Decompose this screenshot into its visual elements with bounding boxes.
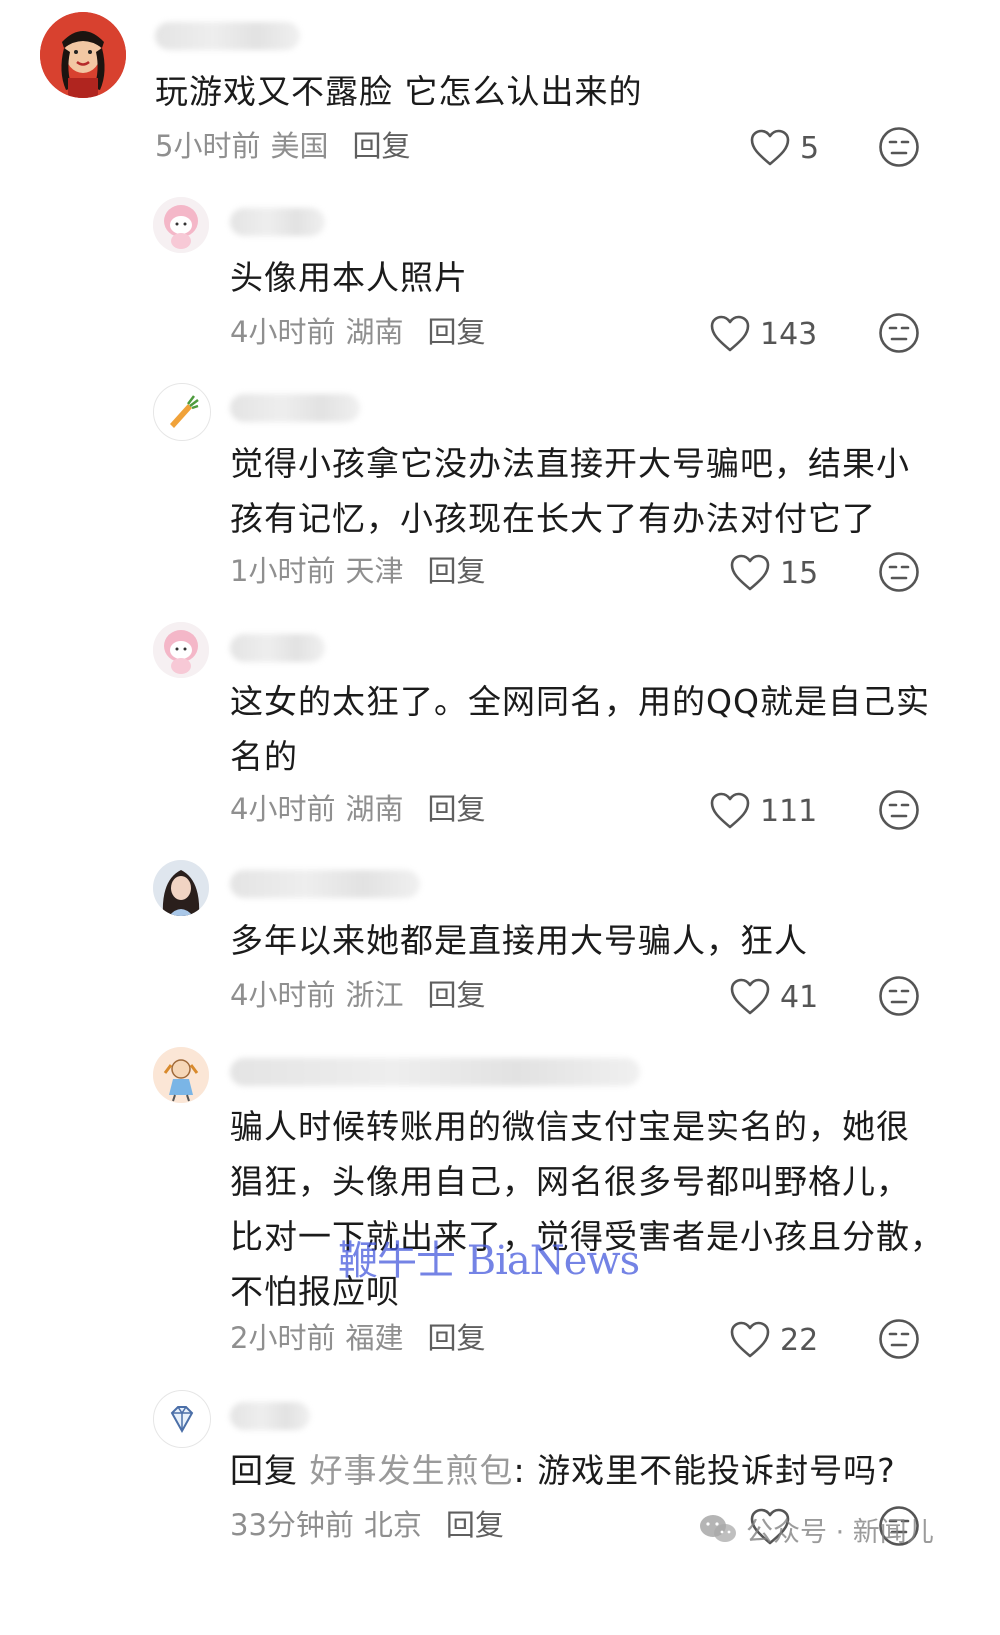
neutral-face-icon[interactable] [878, 975, 920, 1017]
comment-time: 1小时前 [230, 554, 336, 588]
comment-time: 4小时前 [230, 978, 336, 1012]
wechat-watermark: 公众号 · 新闻儿 [698, 1507, 934, 1551]
comment-list-page: 玩游戏又不露脸 它怎么认出来的 5小时前 美国 回复 5 头像用本人照片 4小时前湖… [0, 0, 1000, 1635]
comment-region: 福建 [345, 1321, 404, 1355]
watermark-bianews: 鞭牛士 BiaNews [338, 1238, 640, 1284]
neutral-face-icon[interactable] [878, 312, 920, 354]
comment-meta: 1小时前 天津 回复 [230, 551, 485, 591]
diamond-icon [154, 1391, 210, 1447]
comment-text-line: 骗人时候转账用的微信支付宝是实名的，她很 [230, 1107, 910, 1146]
neutral-face-icon[interactable] [878, 789, 920, 831]
comment-text-line: 猖狂，头像用自己，网名很多号都叫野格儿， [230, 1162, 910, 1201]
comment-meta: 4小时前 浙江 回复 [230, 975, 485, 1015]
reply-button[interactable]: 回复 [446, 1508, 504, 1542]
comment-time: 33分钟前 [230, 1508, 354, 1542]
username-blurred[interactable] [230, 1058, 640, 1086]
username-blurred[interactable] [230, 870, 420, 898]
like-button[interactable]: 5 [750, 126, 819, 170]
like-count: 15 [780, 555, 819, 591]
neutral-face-icon[interactable] [878, 551, 920, 593]
username-blurred[interactable] [230, 208, 325, 236]
username-blurred[interactable] [230, 634, 325, 662]
like-count: 41 [780, 979, 819, 1015]
comment-text: 多年以来她都是直接用大号骗人，狂人 [230, 921, 808, 960]
comment-time: 2小时前 [230, 1321, 336, 1355]
neutral-face-icon[interactable] [878, 126, 920, 168]
heart-icon [710, 792, 750, 829]
avatar[interactable] [153, 197, 209, 253]
comment-meta: 5小时前 美国 回复 [155, 126, 410, 166]
comment-text-line: 名的 [230, 737, 298, 776]
like-button[interactable]: 111 [710, 789, 817, 833]
avatar[interactable] [153, 1390, 211, 1448]
comment-region: 美国 [270, 129, 329, 163]
comment-region: 湖南 [345, 315, 404, 349]
reply-button[interactable]: 回复 [427, 792, 485, 826]
reply-prefix: 回复 [230, 1451, 298, 1490]
reply-target-user[interactable]: 好事发生煎包 [310, 1451, 514, 1490]
avatar[interactable] [153, 1047, 209, 1103]
username-blurred[interactable] [230, 1402, 310, 1430]
reply-button[interactable]: 回复 [427, 978, 485, 1012]
comment-text-line: 觉得小孩拿它没办法直接开大号骗吧，结果小 [230, 444, 910, 483]
comment-region: 浙江 [345, 978, 404, 1012]
comment-text: 觉得小孩拿它没办法直接开大号骗吧，结果小 孩有记忆，小孩现在长大了有办法对付它了 [230, 436, 910, 546]
comment-text-body: : 游戏里不能投诉封号吗? [513, 1451, 896, 1490]
reply-button[interactable]: 回复 [352, 129, 410, 163]
heart-icon [730, 1321, 770, 1358]
heart-icon [730, 554, 770, 591]
comment-text-line: 孩有记忆，小孩现在长大了有办法对付它了 [230, 499, 876, 538]
comment-text: 玩游戏又不露脸 它怎么认出来的 [155, 72, 643, 111]
username-blurred[interactable] [155, 22, 300, 50]
like-count: 143 [760, 316, 818, 352]
comment-meta: 33分钟前 北京 回复 [230, 1505, 504, 1545]
wechat-icon [700, 1515, 736, 1542]
heart-icon [730, 978, 770, 1015]
like-count: 5 [800, 130, 820, 166]
like-button[interactable]: 41 [730, 975, 818, 1019]
comment-region: 湖南 [345, 792, 404, 826]
like-count: 22 [780, 1322, 819, 1358]
comment-text: 骗人时候转账用的微信支付宝是实名的，她很 猖狂，头像用自己，网名很多号都叫野格儿… [230, 1099, 944, 1319]
comment-time: 5小时前 [155, 129, 261, 163]
reply-button[interactable]: 回复 [427, 315, 485, 349]
neutral-face-icon[interactable] [878, 1318, 920, 1360]
avatar[interactable] [40, 12, 126, 98]
like-button[interactable]: 143 [710, 312, 817, 356]
like-button[interactable]: 22 [730, 1318, 818, 1362]
avatar[interactable] [153, 622, 209, 678]
reply-button[interactable]: 回复 [427, 1321, 485, 1355]
reply-button[interactable]: 回复 [427, 554, 485, 588]
comment-text: 这女的太狂了。全网同名，用的QQ就是自己实 名的 [230, 674, 930, 784]
like-button[interactable]: 15 [730, 551, 818, 595]
comment-meta: 2小时前 福建 回复 [230, 1318, 485, 1358]
wechat-watermark-text: 公众号 · 新闻儿 [746, 1516, 934, 1548]
comment-region: 天津 [345, 554, 404, 588]
comment-text: 回复 好事发生煎包: 游戏里不能投诉封号吗? [230, 1443, 896, 1498]
comment-meta: 4小时前 湖南 回复 [230, 312, 485, 352]
comment-time: 4小时前 [230, 792, 336, 826]
like-count: 111 [760, 793, 818, 829]
comment-text-line: 这女的太狂了。全网同名，用的QQ就是自己实 [230, 682, 930, 721]
avatar[interactable] [153, 860, 209, 916]
comment-meta: 4小时前 湖南 回复 [230, 789, 485, 829]
heart-icon [710, 315, 750, 352]
avatar[interactable] [153, 383, 211, 441]
comment-region: 北京 [363, 1508, 422, 1542]
heart-icon [750, 129, 790, 166]
username-blurred[interactable] [230, 394, 360, 422]
comment-time: 4小时前 [230, 315, 336, 349]
comment-text: 头像用本人照片 [230, 258, 468, 297]
